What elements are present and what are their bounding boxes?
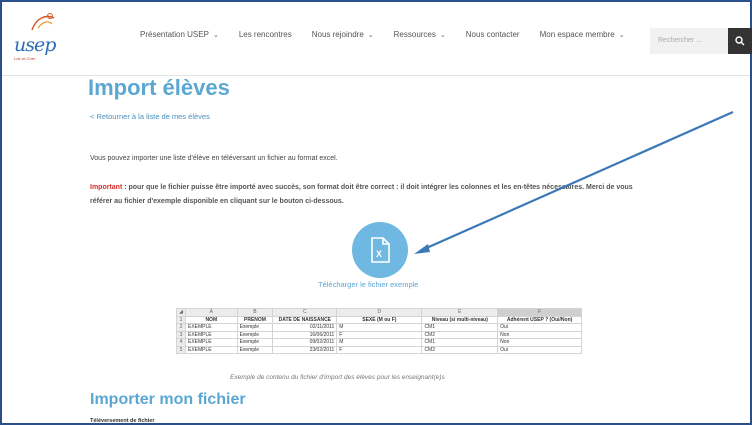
search-input[interactable]: Rechercher ... <box>650 28 728 54</box>
site-logo[interactable]: usep Loir-et-Cher <box>12 13 72 62</box>
chevron-down-icon: ⌄ <box>212 31 219 39</box>
header-cell: Adhérent USEP ? (Oui/Non) <box>497 315 582 324</box>
spreadsheet-header-row: 1 NOM PRENOM DATE DE NAISSANCE SEXE (M o… <box>176 315 582 324</box>
row-number: 1 <box>176 315 186 324</box>
nav-item-contact[interactable]: Nous contacter <box>466 30 520 39</box>
cell: 16/06/2011 <box>272 330 338 339</box>
nav-item-label: Les rencontres <box>238 30 292 39</box>
table-row: 4 EXEMPLE Exemple 09/02/2011 M CM1 Non <box>176 338 582 347</box>
col-letter: A <box>184 308 238 317</box>
search-icon <box>735 36 745 46</box>
site-header: usep Loir-et-Cher Présentation USEP ⌄ Les… <box>2 2 752 76</box>
header-cell: Niveau (si multi-niveau) <box>421 315 499 324</box>
download-example-link[interactable]: Télécharger le fichier exemple <box>318 280 418 289</box>
upload-field-label: Téléversement de fichier <box>90 418 155 424</box>
chevron-down-icon: ⌄ <box>367 31 374 39</box>
download-example-button[interactable]: X <box>352 222 408 278</box>
intro-text: Vous pouvez importer une liste d'élève e… <box>90 155 338 162</box>
nav-item-presentation[interactable]: Présentation USEP ⌄ <box>140 30 219 39</box>
cell: CM1 <box>421 323 499 332</box>
chevron-down-icon: ⌄ <box>618 31 625 39</box>
nav-item-label: Présentation USEP <box>140 30 209 39</box>
cell: 02/11/2011 <box>272 323 338 332</box>
col-letter: B <box>236 308 274 317</box>
cell: M <box>336 323 423 332</box>
header-cell: PRENOM <box>236 315 274 324</box>
row-number: 3 <box>176 330 186 339</box>
cell: EXEMPLE <box>184 330 238 339</box>
cell: Non <box>497 338 582 347</box>
cell: Non <box>497 330 582 339</box>
svg-text:X: X <box>376 249 382 259</box>
row-number: 4 <box>176 338 186 347</box>
logo-subtitle: Loir-et-Cher <box>14 56 36 61</box>
corner-cell: ◢ <box>176 308 186 317</box>
cell: Exemple <box>236 323 274 332</box>
page-title: Import élèves <box>88 75 230 100</box>
chevron-down-icon: ⌄ <box>439 31 446 39</box>
example-spreadsheet: ◢ A B C D E F 1 NOM PRENOM DATE DE NAISS… <box>176 308 582 354</box>
nav-item-label: Nous contacter <box>465 30 520 39</box>
logo-wordmark: usep <box>14 34 56 56</box>
row-number: 5 <box>176 345 186 354</box>
cell: EXEMPLE <box>184 323 238 332</box>
spreadsheet-caption: Exemple de contenu du fichier d'import d… <box>230 374 445 381</box>
cell: 09/02/2011 <box>272 338 338 347</box>
header-cell: NOM <box>184 315 238 324</box>
important-notice: Important : pour que le fichier puisse ê… <box>90 181 650 209</box>
cell: 23/02/2011 <box>272 345 338 354</box>
table-row: 2 EXEMPLE Exemple 02/11/2011 M CM1 Oui <box>176 323 582 332</box>
back-to-students-link[interactable]: < Retourner à la liste de mes élèves <box>90 112 210 121</box>
nav-item-espace-membre[interactable]: Mon espace membre ⌄ <box>540 30 625 39</box>
table-row: 3 EXEMPLE Exemple 16/06/2011 F CM2 Non <box>176 330 582 339</box>
nav-item-label: Ressources <box>393 30 436 39</box>
header-cell: DATE DE NAISSANCE <box>272 315 338 324</box>
col-letter: D <box>336 308 423 317</box>
cell: CM2 <box>421 330 499 339</box>
excel-file-icon: X <box>371 237 390 263</box>
col-letter: C <box>272 308 338 317</box>
cell: Exemple <box>236 330 274 339</box>
table-row: 5 EXEMPLE Exemple 23/02/2011 F CM2 Oui <box>176 345 582 354</box>
nav-item-rejoindre[interactable]: Nous rejoindre ⌄ <box>312 30 374 39</box>
header-cell: SEXE (M ou F) <box>336 315 423 324</box>
col-letter: F <box>497 308 582 317</box>
nav-item-ressources[interactable]: Ressources ⌄ <box>394 30 446 39</box>
cell: CM2 <box>421 345 499 354</box>
cell: Oui <box>497 323 582 332</box>
cell: EXEMPLE <box>184 345 238 354</box>
important-text: : pour que le fichier puisse être import… <box>90 184 633 205</box>
cell: Oui <box>497 345 582 354</box>
cell: F <box>336 330 423 339</box>
important-label: Important <box>90 184 123 191</box>
logo-figure-icon <box>31 13 55 31</box>
spreadsheet-column-letters: ◢ A B C D E F <box>176 308 582 317</box>
row-number: 2 <box>176 323 186 332</box>
cell: Exemple <box>236 345 274 354</box>
cell: F <box>336 345 423 354</box>
main-nav: Présentation USEP ⌄ Les rencontres Nous r… <box>140 30 625 39</box>
cell: EXEMPLE <box>184 338 238 347</box>
cell: M <box>336 338 423 347</box>
col-letter: E <box>421 308 499 317</box>
nav-item-label: Nous rejoindre <box>311 30 364 39</box>
import-section-title: Importer mon fichier <box>90 391 246 408</box>
nav-item-label: Mon espace membre <box>539 30 615 39</box>
cell: CM1 <box>421 338 499 347</box>
search-button[interactable] <box>728 28 752 54</box>
cell: Exemple <box>236 338 274 347</box>
nav-item-rencontres[interactable]: Les rencontres <box>239 30 292 39</box>
